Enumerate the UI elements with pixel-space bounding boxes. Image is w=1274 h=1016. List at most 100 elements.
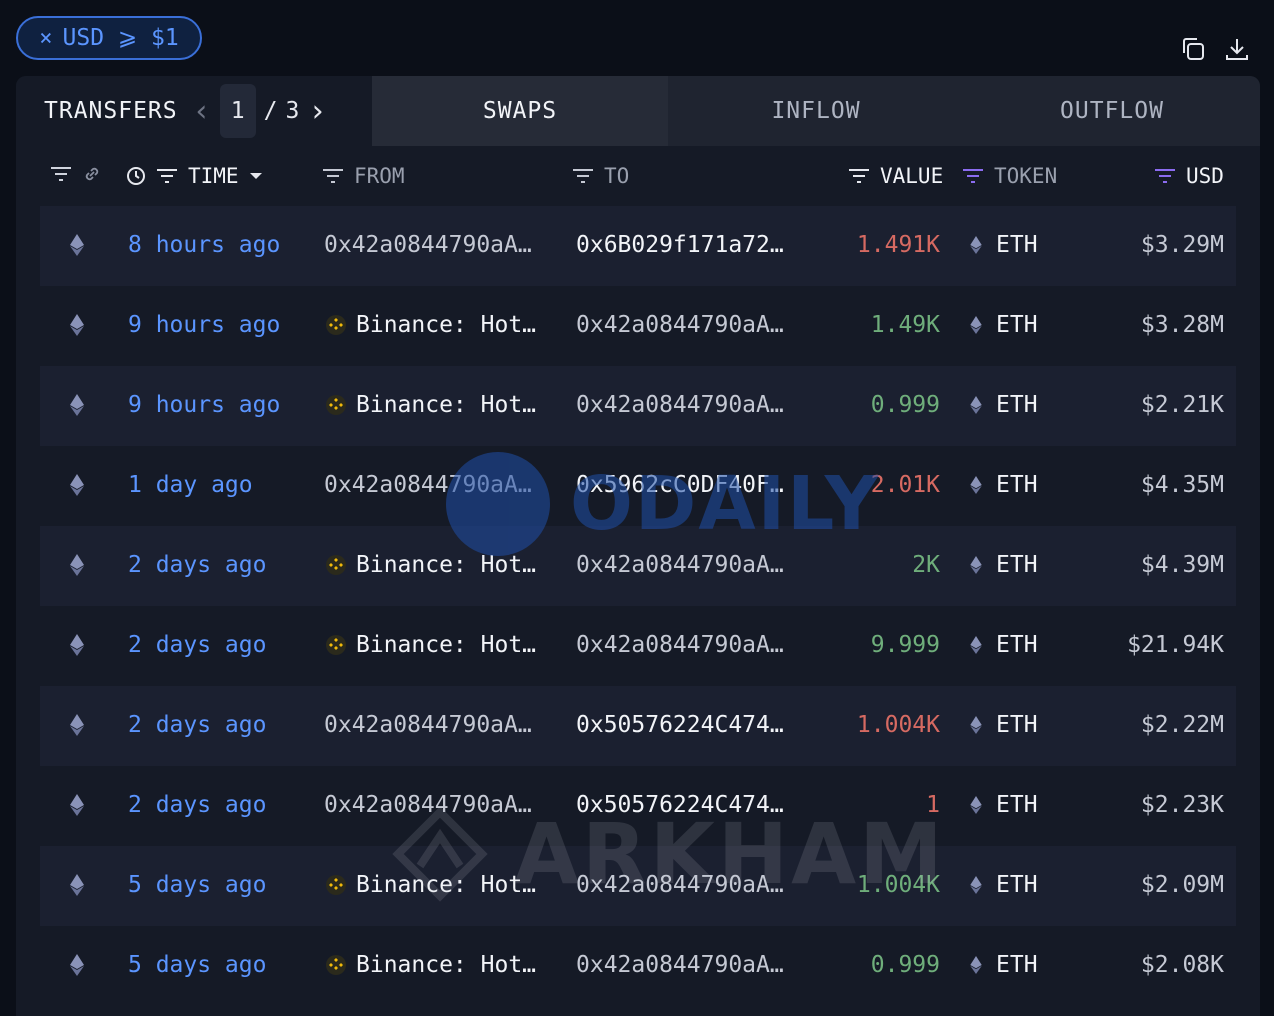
row-time[interactable]: 9 hours ago [128, 312, 280, 338]
row-from[interactable]: Binance: Hot… [326, 632, 536, 658]
table-row[interactable]: 5 days ago Binance: Hot… 0x42a0844790aA…… [40, 926, 1236, 1006]
row-token[interactable]: ETH [970, 712, 1038, 738]
row-to[interactable]: 0x50576224C474… [576, 712, 784, 738]
header-token[interactable]: TOKEN [962, 164, 1057, 188]
row-time[interactable]: 2 days ago [128, 712, 266, 738]
table-row[interactable]: 2 days ago Binance: Hot… 0x42a0844790aA…… [40, 606, 1236, 686]
row-to[interactable]: 0x5962cC0DF40F… [576, 472, 784, 498]
header-usd[interactable]: USD [1154, 164, 1224, 188]
row-from-label: Binance: Hot… [356, 952, 537, 978]
eth-token-icon [970, 956, 982, 974]
eth-chain-icon [70, 874, 84, 902]
row-from[interactable]: Binance: Hot… [326, 872, 536, 898]
header-value-label: VALUE [880, 164, 944, 188]
table-row[interactable]: 9 hours ago Binance: Hot… 0x42a0844790aA… [40, 286, 1236, 366]
row-usd: $21.94K [1127, 632, 1224, 658]
row-to[interactable]: 0x50576224C474… [576, 792, 784, 818]
row-token[interactable]: ETH [970, 232, 1038, 258]
remove-filter-icon[interactable]: × [39, 26, 52, 51]
row-token[interactable]: ETH [970, 872, 1038, 898]
row-time[interactable]: 2 days ago [128, 552, 266, 578]
row-to[interactable]: 0x6B029f171a72… [576, 232, 784, 258]
binance-icon [326, 315, 346, 335]
filter-icon[interactable] [1154, 168, 1176, 184]
binance-icon [326, 955, 346, 975]
row-time[interactable]: 5 days ago [128, 872, 266, 898]
row-time[interactable]: 2 days ago [128, 792, 266, 818]
pager-current[interactable]: 1 [219, 84, 256, 138]
row-from[interactable]: Binance: Hot… [326, 312, 536, 338]
row-to[interactable]: 0x42a0844790aA… [576, 552, 784, 578]
row-token[interactable]: ETH [970, 632, 1038, 658]
row-to[interactable]: 0x42a0844790aA… [576, 632, 784, 658]
row-token[interactable]: ETH [970, 392, 1038, 418]
tab-transfers[interactable]: TRANSFERS ‹ 1 / 3 › [16, 76, 372, 146]
row-from[interactable]: 0x42a0844790aA… [324, 232, 532, 258]
row-from[interactable]: Binance: Hot… [326, 952, 536, 978]
row-from-label: Binance: Hot… [356, 552, 537, 578]
row-token[interactable]: ETH [970, 552, 1038, 578]
table-row[interactable]: 5 days ago Binance: Hot… 0x42a0844790aA…… [40, 846, 1236, 926]
tab-inflow[interactable]: INFLOW [668, 76, 964, 146]
filter-icon[interactable] [962, 168, 984, 184]
row-from[interactable]: 0x42a0844790aA… [324, 712, 532, 738]
transfers-table-body: 8 hours ago 0x42a0844790aA… 0x6B029f171a… [40, 206, 1236, 1006]
row-time[interactable]: 9 hours ago [128, 392, 280, 418]
table-row[interactable]: 2 days ago Binance: Hot… 0x42a0844790aA…… [40, 526, 1236, 606]
row-time[interactable]: 2 days ago [128, 632, 266, 658]
usd-filter-chip[interactable]: × USD ⩾ $1 [16, 16, 202, 60]
row-usd: $2.23K [1140, 792, 1224, 818]
eth-token-icon [970, 636, 982, 654]
header-from[interactable]: FROM [322, 164, 405, 188]
row-from[interactable]: Binance: Hot… [326, 392, 536, 418]
pager-next-icon[interactable]: › [307, 94, 327, 129]
row-from[interactable]: Binance: Hot… [326, 552, 536, 578]
row-to[interactable]: 0x42a0844790aA… [576, 312, 784, 338]
row-token-label: ETH [996, 472, 1038, 498]
row-token-label: ETH [996, 712, 1038, 738]
row-to[interactable]: 0x42a0844790aA… [576, 952, 784, 978]
download-icon[interactable] [1222, 34, 1252, 64]
row-time[interactable]: 8 hours ago [128, 232, 280, 258]
header-time[interactable]: TIME [126, 164, 263, 188]
table-row[interactable]: 8 hours ago 0x42a0844790aA… 0x6B029f171a… [40, 206, 1236, 286]
filter-icon[interactable] [156, 168, 178, 184]
row-from[interactable]: 0x42a0844790aA… [324, 792, 532, 818]
link-icon[interactable] [82, 164, 102, 184]
table-row[interactable]: 1 day ago 0x42a0844790aA… 0x5962cC0DF40F… [40, 446, 1236, 526]
eth-chain-icon [70, 314, 84, 342]
row-from-label: 0x42a0844790aA… [324, 712, 532, 738]
row-token[interactable]: ETH [970, 312, 1038, 338]
row-token-label: ETH [996, 632, 1038, 658]
header-value[interactable]: VALUE [848, 164, 943, 188]
eth-token-icon [970, 236, 982, 254]
row-token[interactable]: ETH [970, 952, 1038, 978]
row-time[interactable]: 5 days ago [128, 952, 266, 978]
tab-outflow[interactable]: OUTFLOW [964, 76, 1260, 146]
row-usd: $2.21K [1140, 392, 1224, 418]
binance-icon [326, 555, 346, 575]
row-time[interactable]: 1 day ago [128, 472, 253, 498]
table-row[interactable]: 2 days ago 0x42a0844790aA… 0x50576224C47… [40, 686, 1236, 766]
row-from[interactable]: 0x42a0844790aA… [324, 472, 532, 498]
header-to[interactable]: TO [572, 164, 629, 188]
pager-prev-icon[interactable]: ‹ [192, 94, 212, 129]
tab-swaps[interactable]: SWAPS [372, 76, 668, 146]
sort-desc-icon[interactable] [249, 171, 263, 181]
filter-icon[interactable] [322, 168, 344, 184]
eth-token-icon [970, 876, 982, 894]
row-to[interactable]: 0x42a0844790aA… [576, 872, 784, 898]
filter-icon[interactable] [50, 166, 72, 182]
filter-icon[interactable] [572, 168, 594, 184]
filter-icon[interactable] [848, 168, 870, 184]
row-token[interactable]: ETH [970, 792, 1038, 818]
table-row[interactable]: 2 days ago 0x42a0844790aA… 0x50576224C47… [40, 766, 1236, 846]
table-row[interactable]: 9 hours ago Binance: Hot… 0x42a0844790aA… [40, 366, 1236, 446]
copy-icon[interactable] [1178, 34, 1208, 64]
row-value: 1.004K [856, 712, 940, 738]
row-to[interactable]: 0x42a0844790aA… [576, 392, 784, 418]
tab-bar: TRANSFERS ‹ 1 / 3 › SWAPS INFLOW OUTFLOW [16, 76, 1260, 146]
row-value: 1.49K [870, 312, 940, 338]
row-token[interactable]: ETH [970, 472, 1038, 498]
row-usd: $3.28M [1140, 312, 1224, 338]
